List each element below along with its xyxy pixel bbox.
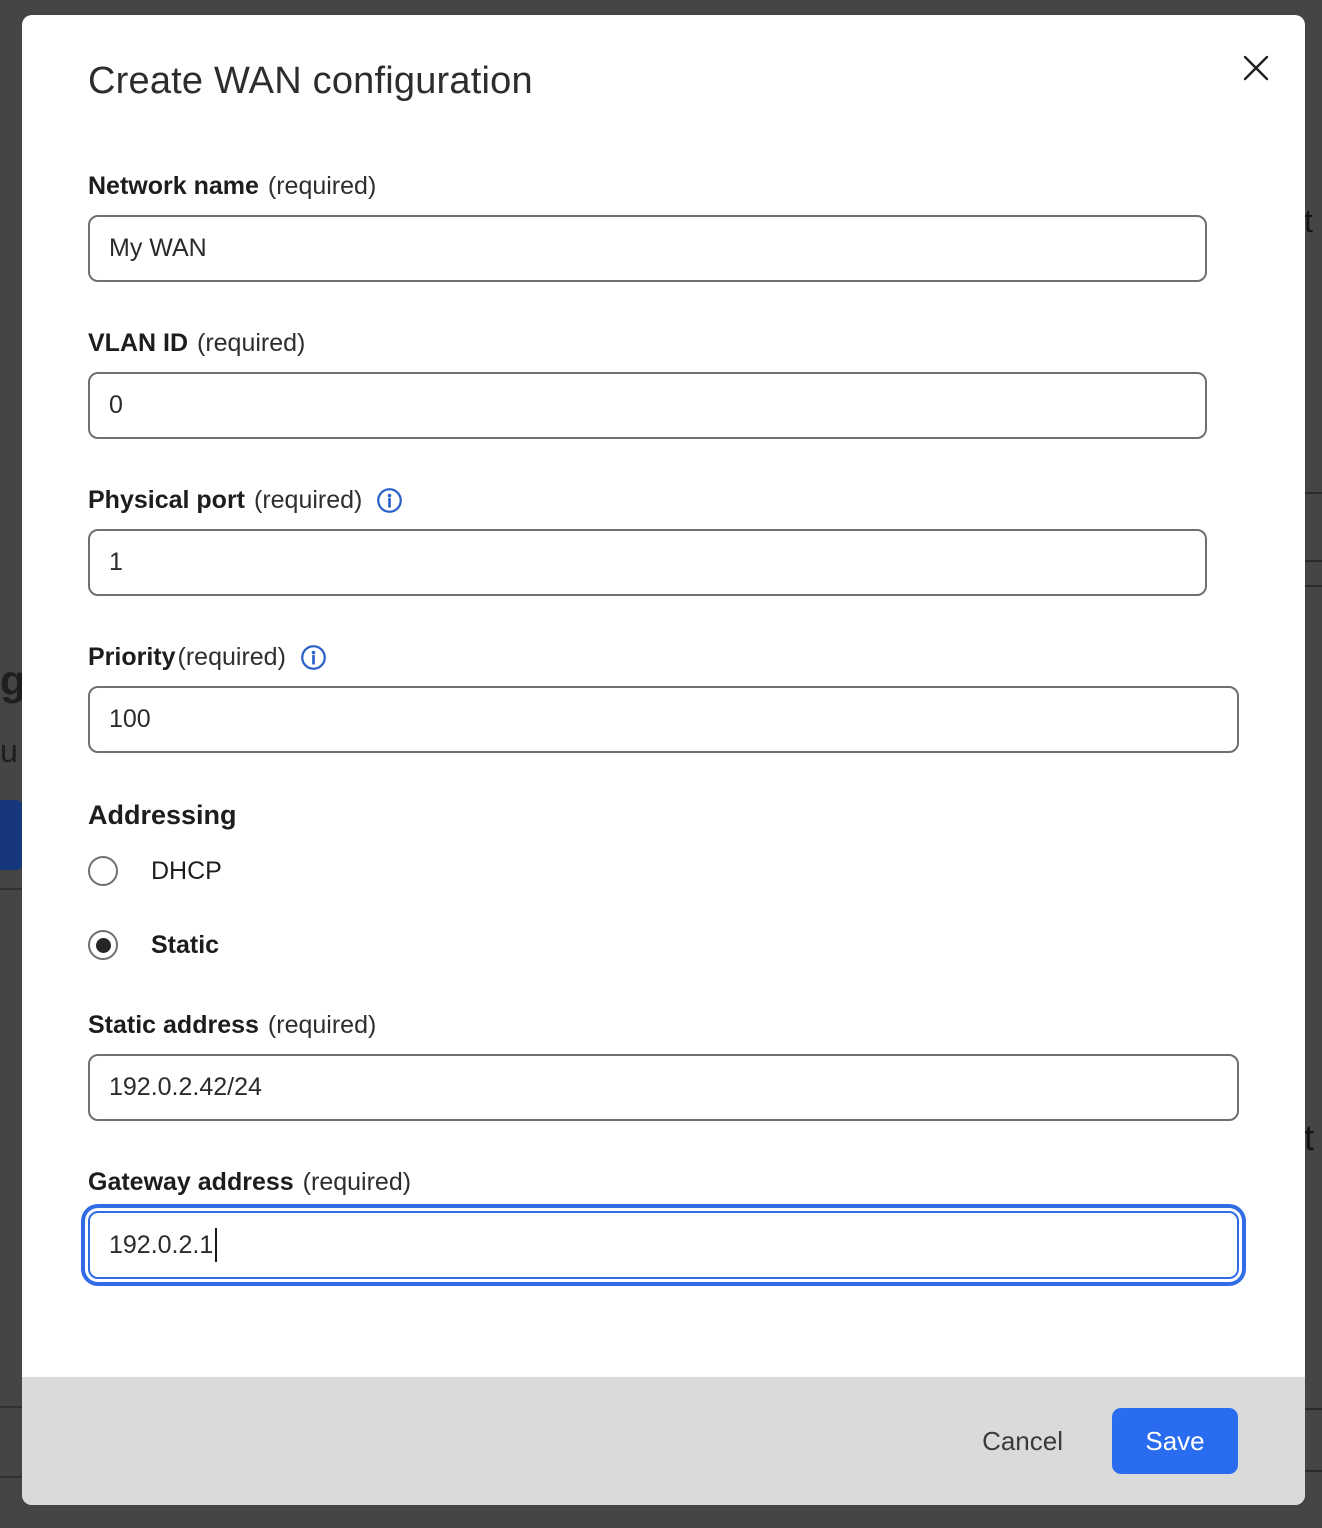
occluded-divider xyxy=(0,1406,22,1408)
vlan-id-label: VLAN ID (required) xyxy=(88,326,1239,360)
occluded-page-text: t l xyxy=(1304,205,1322,241)
occluded-blue-button xyxy=(0,800,22,870)
gateway-address-label: Gateway address (required) xyxy=(88,1165,1239,1199)
create-wan-dialog: Create WAN configuration Network name (r… xyxy=(22,15,1305,1505)
label-text: Physical port xyxy=(88,486,245,515)
static-address-input[interactable] xyxy=(88,1054,1239,1121)
required-text: (required) xyxy=(197,329,305,358)
occluded-page-text: u xyxy=(0,735,22,771)
network-name-label: Network name (required) xyxy=(88,169,1239,203)
gateway-address-field-group: Gateway address (required) 192.0.2.1 xyxy=(88,1165,1239,1279)
dialog-footer: Cancel Save xyxy=(22,1377,1305,1505)
static-address-field-group: Static address (required) xyxy=(88,1008,1239,1121)
gateway-address-value: 192.0.2.1 xyxy=(109,1231,213,1260)
required-text: (required) xyxy=(254,486,362,515)
occluded-divider xyxy=(1304,585,1322,587)
info-icon[interactable] xyxy=(376,487,403,514)
radio-label: Static xyxy=(151,931,219,960)
cancel-button[interactable]: Cancel xyxy=(982,1426,1063,1457)
physical-port-field-group: Physical port (required) xyxy=(88,483,1239,596)
physical-port-label: Physical port (required) xyxy=(88,483,1239,517)
save-button[interactable]: Save xyxy=(1112,1408,1238,1474)
label-text: Gateway address xyxy=(88,1168,294,1197)
occluded-divider xyxy=(1304,492,1322,494)
addressing-option-static[interactable]: Static xyxy=(88,928,1239,962)
radio-selected-icon[interactable] xyxy=(88,930,118,960)
gateway-address-input[interactable]: 192.0.2.1 xyxy=(88,1211,1239,1279)
network-name-input[interactable] xyxy=(88,215,1207,282)
occluded-page-text: t xyxy=(1304,1120,1322,1160)
radio-unselected-icon[interactable] xyxy=(88,856,118,886)
required-text: (required) xyxy=(268,1011,376,1040)
vlan-id-input[interactable] xyxy=(88,372,1207,439)
label-text: Priority xyxy=(88,643,176,672)
required-text: (required) xyxy=(268,172,376,201)
label-text: Static address xyxy=(88,1011,259,1040)
radio-label: DHCP xyxy=(151,857,222,886)
addressing-option-dhcp[interactable]: DHCP xyxy=(88,854,1239,888)
priority-input[interactable] xyxy=(88,686,1239,753)
priority-field-group: Priority (required) xyxy=(88,640,1239,753)
required-text: (required) xyxy=(178,643,286,672)
occluded-page-text: g xyxy=(0,660,22,716)
network-name-field-group: Network name (required) xyxy=(88,169,1239,282)
occluded-divider xyxy=(0,1476,22,1478)
physical-port-input[interactable] xyxy=(88,529,1207,596)
required-text: (required) xyxy=(303,1168,411,1197)
label-text: Network name xyxy=(88,172,259,201)
occluded-divider xyxy=(1304,560,1322,562)
occluded-divider xyxy=(0,888,22,890)
label-text: VLAN ID xyxy=(88,329,188,358)
priority-label: Priority (required) xyxy=(88,640,1239,674)
dialog-title: Create WAN configuration xyxy=(88,57,1239,105)
addressing-heading: Addressing xyxy=(88,797,1239,833)
static-address-label: Static address (required) xyxy=(88,1008,1239,1042)
occluded-divider xyxy=(1304,1470,1322,1472)
occluded-divider xyxy=(1304,1408,1322,1410)
text-cursor xyxy=(215,1228,217,1262)
vlan-id-field-group: VLAN ID (required) xyxy=(88,326,1239,439)
info-icon[interactable] xyxy=(300,644,327,671)
